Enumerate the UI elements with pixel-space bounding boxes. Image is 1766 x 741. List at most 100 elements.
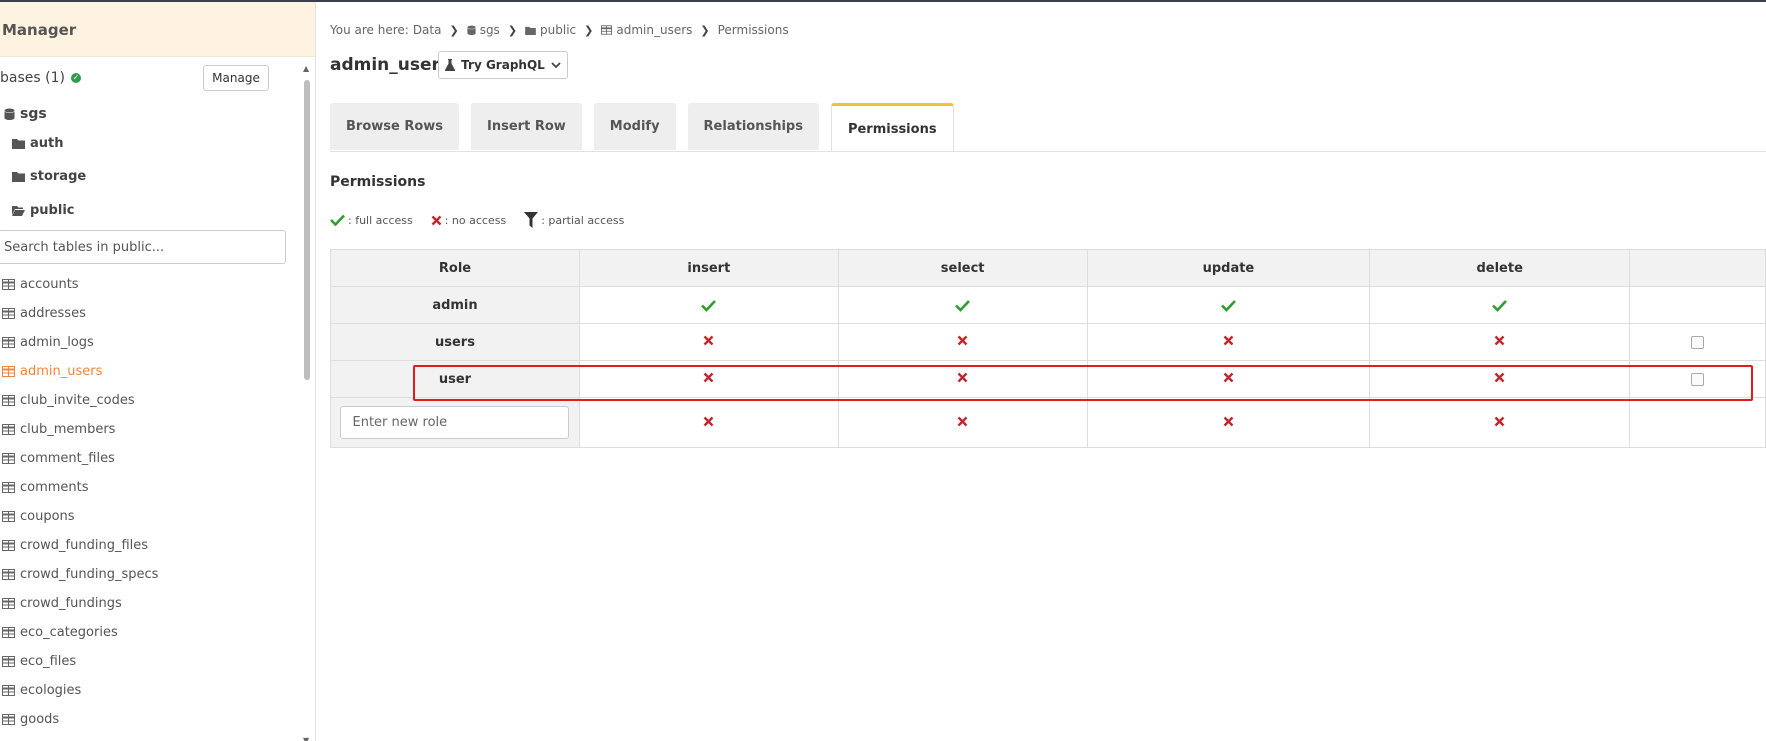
bulk-cell <box>1629 286 1766 324</box>
permission-cell[interactable] <box>578 360 839 398</box>
scrollbar-thumb[interactable] <box>304 80 310 380</box>
bulk-cell <box>1629 397 1766 448</box>
sidebar-scrollbar[interactable]: ▲ ▼ <box>303 64 311 741</box>
permissions-legend: : full access : no access : partial acce… <box>330 212 624 228</box>
table-name: goods <box>20 712 60 727</box>
breadcrumb-db[interactable]: sgs <box>480 23 500 37</box>
scroll-up-arrow-icon[interactable]: ▲ <box>303 64 309 73</box>
table-item-active[interactable]: admin_users <box>0 357 290 386</box>
tab-browse-rows[interactable]: Browse Rows <box>330 103 460 150</box>
table-item[interactable]: eco_files <box>0 647 290 676</box>
permission-cell[interactable] <box>1086 397 1371 448</box>
table-name: eco_categories <box>20 625 118 640</box>
table-icon <box>2 569 15 580</box>
chevron-right-icon: ❯ <box>584 23 594 37</box>
column-header-bulk <box>1629 249 1766 287</box>
table-header-row: Role insert select update delete <box>330 249 1766 287</box>
tree-item-schema-public[interactable]: public <box>12 203 74 218</box>
breadcrumb-data[interactable]: Data <box>413 23 442 37</box>
table-name: comments <box>20 480 89 495</box>
permission-cell[interactable] <box>578 323 839 361</box>
tab-permissions[interactable]: Permissions <box>830 103 954 152</box>
permission-cell[interactable] <box>1369 397 1631 448</box>
scroll-down-arrow-icon[interactable]: ▼ <box>303 736 309 741</box>
table-item[interactable]: admin_logs <box>0 328 290 357</box>
permission-cell[interactable] <box>837 323 1088 361</box>
permissions-table: Role insert select update delete admin u… <box>330 249 1766 448</box>
table-list: accounts addresses admin_logs admin_user… <box>0 270 290 734</box>
table-item[interactable]: club_invite_codes <box>0 386 290 415</box>
table-icon <box>601 25 613 35</box>
permission-cell[interactable] <box>837 286 1088 324</box>
table-row: user <box>330 360 1766 398</box>
table-item[interactable]: crowd_funding_specs <box>0 560 290 589</box>
table-name: crowd_funding_specs <box>20 567 159 582</box>
role-cell: users <box>330 323 580 361</box>
permission-cell[interactable] <box>1369 323 1631 361</box>
table-item[interactable]: accounts <box>0 270 290 299</box>
column-header-delete: delete <box>1369 249 1631 287</box>
db-name: sgs <box>20 106 47 122</box>
table-name: coupons <box>20 509 75 524</box>
role-cell: user <box>330 360 580 398</box>
table-name: crowd_funding_files <box>20 538 149 553</box>
sidebar-title: Manager <box>2 21 77 39</box>
tab-modify[interactable]: Modify <box>593 103 676 150</box>
manage-button[interactable]: Manage <box>203 65 269 91</box>
permission-cell[interactable] <box>1086 323 1371 361</box>
cross-icon <box>704 335 714 346</box>
legend-none: : no access <box>444 213 507 227</box>
permission-cell[interactable] <box>1086 360 1371 398</box>
tree-item-schema-storage[interactable]: storage <box>12 169 86 184</box>
bulk-select-checkbox[interactable] <box>1691 373 1705 386</box>
cross-icon <box>1494 416 1505 426</box>
table-item[interactable]: comments <box>0 473 290 502</box>
table-name: ecologies <box>20 683 82 698</box>
table-item[interactable]: eco_categories <box>0 618 290 647</box>
bulk-cell <box>1629 323 1766 361</box>
table-item[interactable]: club_members <box>0 415 290 444</box>
permission-cell[interactable] <box>578 286 839 324</box>
tree-item-db[interactable]: sgs <box>4 106 47 122</box>
database-icon <box>467 25 476 35</box>
folder-open-icon <box>12 206 25 216</box>
table-icon <box>2 598 15 609</box>
table-icon <box>2 540 15 551</box>
cross-icon <box>1223 372 1234 383</box>
table-item[interactable]: goods <box>0 705 290 734</box>
search-tables-input[interactable] <box>0 230 286 264</box>
column-header-select: select <box>837 249 1088 287</box>
check-icon <box>1220 300 1236 312</box>
breadcrumb-schema[interactable]: public <box>540 23 576 37</box>
permission-cell[interactable] <box>837 360 1088 398</box>
tab-divider <box>330 151 1766 152</box>
breadcrumb-table[interactable]: admin_users <box>616 23 692 37</box>
cross-icon <box>1223 335 1234 346</box>
table-item[interactable]: crowd_fundings <box>0 589 290 618</box>
table-icon <box>2 337 15 348</box>
permission-cell[interactable] <box>1369 360 1631 398</box>
database-icon <box>4 108 15 120</box>
permission-cell[interactable] <box>1369 286 1631 324</box>
table-item[interactable]: addresses <box>0 299 290 328</box>
table-item[interactable]: coupons <box>0 502 290 531</box>
cross-icon <box>1494 372 1505 383</box>
table-item[interactable]: crowd_funding_files <box>0 531 290 560</box>
tab-relationships[interactable]: Relationships <box>687 103 819 150</box>
column-header-insert: insert <box>578 249 839 287</box>
table-name: club_members <box>20 422 116 437</box>
permission-cell[interactable] <box>578 397 839 448</box>
tab-insert-row[interactable]: Insert Row <box>471 103 582 150</box>
check-icon <box>701 300 717 312</box>
schema-label: auth <box>30 136 64 151</box>
tree-item-schema-auth[interactable]: auth <box>12 136 64 151</box>
table-name: accounts <box>20 277 79 292</box>
table-item[interactable]: ecologies <box>0 676 290 705</box>
permission-cell[interactable] <box>837 397 1088 448</box>
try-graphql-button[interactable]: Try GraphQL <box>438 51 568 79</box>
new-role-input[interactable] <box>340 406 570 439</box>
table-item[interactable]: comment_files <box>0 444 290 473</box>
cross-icon <box>957 416 968 426</box>
permission-cell[interactable] <box>1086 286 1371 324</box>
bulk-select-checkbox[interactable] <box>1691 336 1705 349</box>
